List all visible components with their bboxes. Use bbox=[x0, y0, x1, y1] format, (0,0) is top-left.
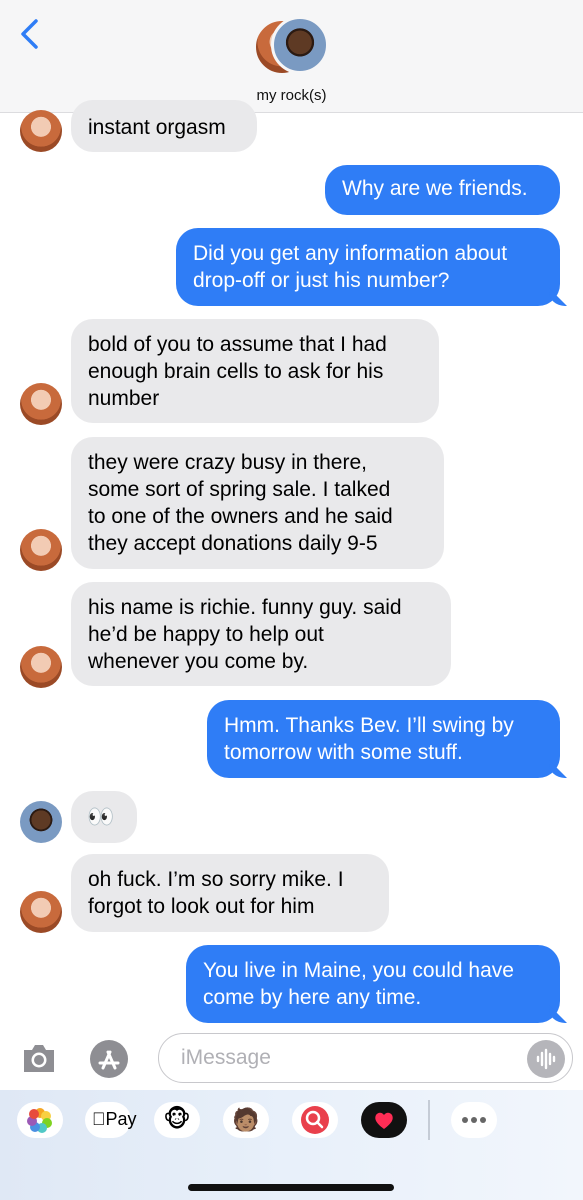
message-line: Did you get any information about bbox=[193, 242, 508, 265]
photos-app-icon[interactable] bbox=[17, 1102, 63, 1138]
message-line: he’d be happy to help out bbox=[88, 623, 324, 646]
apple-pay-icon[interactable]: Pay bbox=[85, 1102, 137, 1138]
message-line: his name is richie. funny guy. said bbox=[88, 596, 402, 619]
back-chevron-icon[interactable] bbox=[16, 18, 44, 50]
message-line: enough brain cells to ask for his bbox=[88, 360, 384, 383]
message-bubble-sent[interactable]: Why are we friends. bbox=[325, 165, 560, 215]
message-bubble-received[interactable]: they were crazy busy in there, some sort… bbox=[71, 437, 444, 569]
animoji-icon[interactable]: 🐵 bbox=[154, 1102, 200, 1138]
message-line: tomorrow with some stuff. bbox=[224, 741, 463, 764]
avatar-mike bbox=[271, 16, 329, 74]
message-line: whenever you come by. bbox=[88, 650, 309, 673]
message-bubble-sent[interactable]: You live in Maine, you could have come b… bbox=[186, 945, 560, 1023]
sender-avatar[interactable] bbox=[20, 529, 62, 571]
message-line: bold of you to assume that I had bbox=[88, 333, 387, 356]
message-line: Hmm. Thanks Bev. I’ll swing by bbox=[224, 714, 514, 737]
sender-avatar[interactable] bbox=[20, 891, 62, 933]
message-bubble-sent[interactable]: Hmm. Thanks Bev. I’ll swing by tomorrow … bbox=[207, 700, 560, 778]
conversation-header: my rock(s) bbox=[0, 0, 583, 113]
images-search-icon[interactable] bbox=[292, 1102, 338, 1138]
sender-avatar[interactable] bbox=[20, 646, 62, 688]
message-bubble-received[interactable]: 👀 bbox=[71, 791, 137, 843]
memoji-stickers-icon[interactable]: 🧑🏽 bbox=[223, 1102, 269, 1138]
home-indicator[interactable] bbox=[188, 1184, 394, 1191]
message-line: some sort of spring sale. I talked bbox=[88, 478, 391, 501]
message-line: number bbox=[88, 387, 160, 410]
message-bubble-received[interactable]: instant orgasm bbox=[71, 100, 257, 152]
message-line: they were crazy busy in there, bbox=[88, 451, 367, 474]
sender-avatar[interactable] bbox=[20, 801, 62, 843]
message-bubble-received[interactable]: bold of you to assume that I had enough … bbox=[71, 319, 439, 423]
sender-avatar[interactable] bbox=[20, 110, 62, 152]
apple-pay-label: Pay bbox=[92, 1109, 137, 1129]
message-line: oh fuck. I’m so sorry mike. I bbox=[88, 868, 344, 891]
message-line: drop-off or just his number? bbox=[193, 269, 450, 292]
waveform-icon bbox=[536, 1048, 556, 1070]
audio-message-icon[interactable] bbox=[527, 1040, 565, 1078]
message-line: come by here any time. bbox=[203, 986, 422, 1009]
app-store-glyph-icon bbox=[98, 1050, 120, 1070]
message-bubble-received[interactable]: oh fuck. I’m so sorry mike. I forgot to … bbox=[71, 854, 389, 932]
message-line: they accept donations daily 9-5 bbox=[88, 532, 378, 555]
message-line: to one of the owners and he said bbox=[88, 505, 393, 528]
app-store-icon[interactable] bbox=[90, 1040, 128, 1078]
more-apps-icon[interactable] bbox=[451, 1102, 497, 1138]
digital-touch-icon[interactable] bbox=[361, 1102, 407, 1138]
camera-icon[interactable] bbox=[20, 1040, 58, 1076]
apple-logo-icon:  bbox=[92, 1109, 106, 1129]
message-input[interactable]: iMessage bbox=[158, 1033, 573, 1083]
message-bubble-received[interactable]: his name is richie. funny guy. said he’d… bbox=[71, 582, 451, 686]
sender-avatar[interactable] bbox=[20, 383, 62, 425]
message-line: You live in Maine, you could have bbox=[203, 959, 514, 982]
message-bubble-sent[interactable]: Did you get any information about drop-o… bbox=[176, 228, 560, 306]
group-avatar[interactable] bbox=[253, 16, 331, 80]
message-line: forgot to look out for him bbox=[88, 895, 315, 918]
drawer-divider bbox=[428, 1100, 430, 1140]
